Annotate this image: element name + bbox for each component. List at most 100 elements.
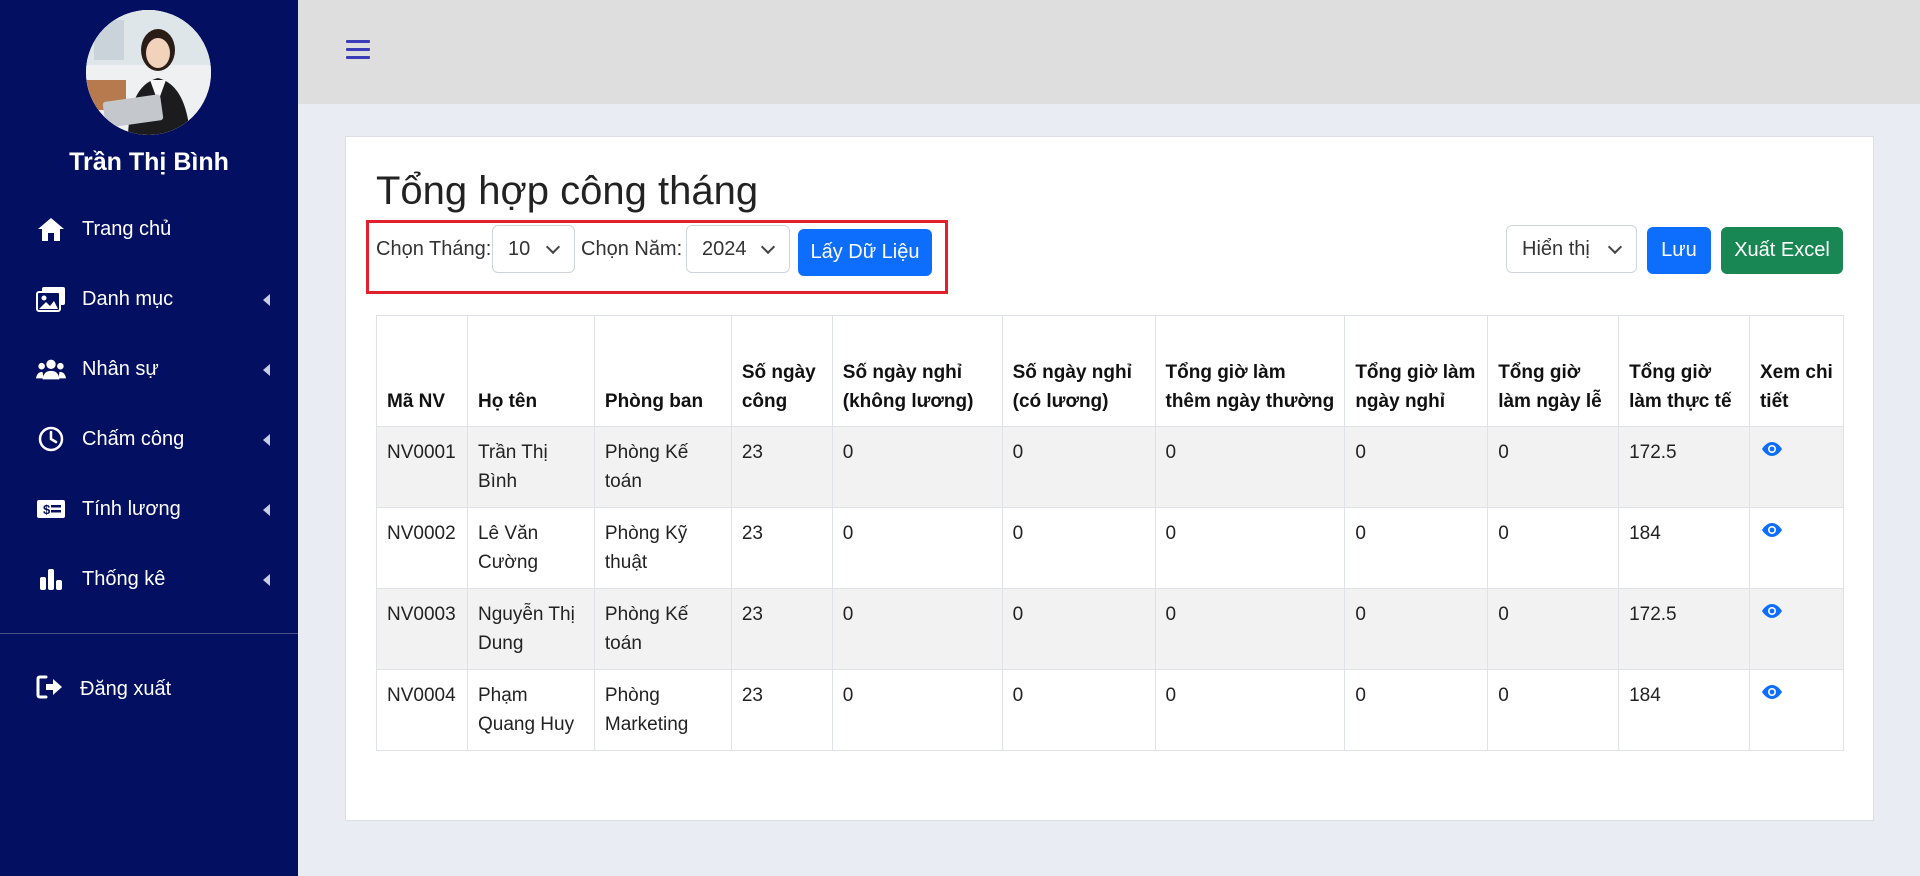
cell-hours-dayoff: 0	[1344, 507, 1489, 589]
home-icon	[36, 215, 66, 243]
cell-full-name: Lê Văn Cường	[466, 507, 595, 589]
cell-employee-id: NV0003	[376, 588, 468, 670]
cell-view-detail	[1748, 507, 1845, 589]
caret-left-icon	[263, 504, 270, 516]
cell-paid-leave: 0	[1001, 426, 1156, 508]
column-header: Số ngày nghỉ (không lương)	[831, 315, 1003, 427]
column-header: Tổng giờ làm thêm ngày thường	[1154, 315, 1346, 427]
eye-icon[interactable]	[1760, 438, 1784, 456]
top-bar	[298, 0, 1920, 104]
save-button[interactable]: Lưu	[1647, 227, 1711, 274]
cell-hours-holiday: 0	[1487, 507, 1620, 589]
sidebar-item-cham-cong[interactable]: Chấm công	[0, 404, 298, 474]
caret-left-icon	[263, 574, 270, 586]
cell-overtime-weekday: 0	[1154, 669, 1346, 751]
cell-department: Phòng Kỹ thuật	[593, 507, 732, 589]
avatar	[86, 10, 211, 135]
cell-unpaid-leave: 0	[831, 426, 1003, 508]
sidebar-item-label: Nhân sự	[82, 357, 159, 380]
column-header: Tổng giờ làm ngày lễ	[1487, 315, 1620, 427]
logout-button[interactable]: Đăng xuất	[0, 654, 298, 724]
cell-overtime-weekday: 0	[1154, 588, 1346, 670]
money-bill-icon: $	[36, 495, 66, 523]
cell-employee-id: NV0002	[376, 507, 468, 589]
year-label: Chọn Năm:	[581, 238, 683, 260]
cell-actual-hours: 172.5	[1618, 588, 1750, 670]
cell-employee-id: NV0004	[376, 669, 468, 751]
cell-actual-hours: 184	[1618, 669, 1750, 751]
eye-icon[interactable]	[1760, 519, 1784, 537]
sidebar-item-trang-chu[interactable]: Trang chủ	[0, 194, 298, 264]
display-select[interactable]: Hiển thị	[1506, 225, 1637, 273]
cell-unpaid-leave: 0	[831, 588, 1003, 670]
column-header: Tổng giờ làm ngày nghỉ	[1344, 315, 1489, 427]
sidebar-item-nhan-su[interactable]: Nhân sự	[0, 334, 298, 404]
sidebar-item-tinh-luong[interactable]: $ Tính lương	[0, 474, 298, 544]
cell-hours-dayoff: 0	[1344, 426, 1489, 508]
cell-view-detail	[1748, 588, 1845, 670]
cell-department: Phòng Kế toán	[593, 588, 732, 670]
user-name: Trần Thị Bình	[69, 148, 229, 176]
column-header: Mã NV	[376, 315, 468, 427]
sidebar-item-label: Thống kê	[82, 567, 166, 590]
sidebar-nav: Trang chủ Danh mục Nhân sự Chấm công $ T…	[0, 194, 298, 614]
month-select[interactable]: 10	[492, 225, 575, 273]
column-header: Tổng giờ làm thực tế	[1618, 315, 1750, 427]
cell-work-days: 23	[730, 507, 833, 589]
cell-paid-leave: 0	[1001, 669, 1156, 751]
month-label: Chọn Tháng:	[376, 238, 492, 260]
logout-label: Đăng xuất	[80, 677, 172, 700]
cell-unpaid-leave: 0	[831, 669, 1003, 751]
display-select-label: Hiển thị	[1522, 237, 1590, 260]
sidebar: Trần Thị Bình Trang chủ Danh mục Nhân sự	[0, 0, 298, 876]
attendance-summary-table: Mã NV Họ tên Phòng ban Số ngày công Số n…	[376, 315, 1845, 751]
cell-full-name: Phạm Quang Huy	[466, 669, 595, 751]
table-row: NV0004 Phạm Quang Huy Phòng Marketing 23…	[376, 669, 1845, 751]
cell-department: Phòng Kế toán	[593, 426, 732, 508]
export-excel-button[interactable]: Xuất Excel	[1721, 227, 1843, 274]
cell-paid-leave: 0	[1001, 507, 1156, 589]
cell-hours-dayoff: 0	[1344, 669, 1489, 751]
chevron-down-icon	[760, 239, 776, 255]
cell-hours-holiday: 0	[1487, 588, 1620, 670]
cell-actual-hours: 172.5	[1618, 426, 1750, 508]
year-select[interactable]: 2024	[686, 225, 790, 273]
month-value: 10	[508, 237, 531, 260]
cell-full-name: Nguyễn Thị Dung	[466, 588, 595, 670]
year-value: 2024	[702, 237, 747, 260]
column-header: Phòng ban	[593, 315, 732, 427]
caret-left-icon	[263, 294, 270, 306]
sidebar-item-thong-ke[interactable]: Thống kê	[0, 544, 298, 614]
content-card: Tổng hợp công tháng Chọn Tháng: 10 Chọn …	[345, 136, 1874, 821]
cell-full-name: Trần Thị Bình	[466, 426, 595, 508]
column-header: Số ngày nghỉ (có lương)	[1001, 315, 1156, 427]
fetch-data-button[interactable]: Lấy Dữ Liệu	[798, 229, 932, 276]
column-header: Số ngày công	[730, 315, 833, 427]
cell-department: Phòng Marketing	[593, 669, 732, 751]
sidebar-item-label: Chấm công	[82, 427, 185, 450]
column-header: Xem chi tiết	[1748, 315, 1845, 427]
eye-icon[interactable]	[1760, 681, 1784, 699]
sidebar-item-label: Trang chủ	[82, 217, 172, 240]
table-header-row: Mã NV Họ tên Phòng ban Số ngày công Số n…	[376, 315, 1845, 427]
menu-toggle-icon[interactable]	[346, 40, 370, 62]
chevron-down-icon	[545, 239, 561, 255]
cell-unpaid-leave: 0	[831, 507, 1003, 589]
page-title: Tổng hợp công tháng	[376, 169, 759, 213]
eye-icon[interactable]	[1760, 600, 1784, 618]
cell-employee-id: NV0001	[376, 426, 468, 508]
column-header: Họ tên	[466, 315, 595, 427]
sign-out-icon	[36, 674, 64, 705]
cell-paid-leave: 0	[1001, 588, 1156, 670]
cell-overtime-weekday: 0	[1154, 507, 1346, 589]
sidebar-item-danh-muc[interactable]: Danh mục	[0, 264, 298, 334]
sidebar-divider	[0, 633, 298, 634]
cell-view-detail	[1748, 426, 1845, 508]
clock-icon	[36, 425, 66, 453]
sidebar-item-label: Tính lương	[82, 497, 181, 520]
cell-overtime-weekday: 0	[1154, 426, 1346, 508]
table-row: NV0003 Nguyễn Thị Dung Phòng Kế toán 23 …	[376, 588, 1845, 670]
cell-hours-dayoff: 0	[1344, 588, 1489, 670]
cell-hours-holiday: 0	[1487, 669, 1620, 751]
chart-bar-icon	[36, 565, 66, 593]
